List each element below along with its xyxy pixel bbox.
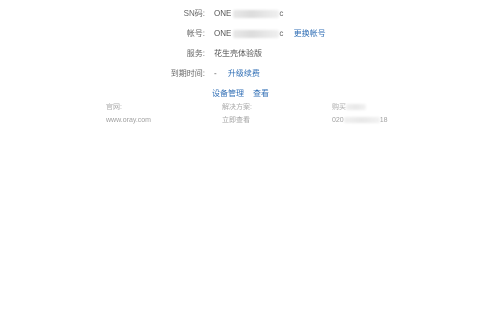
- sn-row: SN码: ONE c: [0, 8, 480, 20]
- account-value-suffix: c: [279, 29, 284, 38]
- purchase-phone-redacted: [343, 117, 380, 124]
- sn-redacted-segment: [233, 10, 280, 18]
- expire-label: 到期时间:: [170, 69, 205, 78]
- purchase-phone: 020 18: [332, 116, 387, 126]
- purchase-phone-suffix: 18: [379, 117, 388, 124]
- account-row: 帐号: ONE c 更换帐号: [0, 28, 480, 40]
- sn-value-suffix: c: [279, 9, 284, 18]
- expire-date: -: [214, 69, 217, 78]
- purchase-header-redacted: [346, 104, 366, 111]
- account-value: ONE c 更换帐号: [214, 28, 326, 40]
- purchase-column: 购买 020 18: [332, 103, 387, 126]
- change-account-link[interactable]: 更换帐号: [294, 29, 326, 38]
- device-info-page: SN码: ONE c 帐号: ONE c 更换帐号 服务: 花生壳体验版 到期时间:…: [0, 0, 480, 320]
- view-link[interactable]: 查看: [253, 89, 269, 98]
- expire-row: 到期时间: - 升级续费: [0, 68, 480, 80]
- sn-value: ONE c: [214, 8, 283, 20]
- purchase-header: 购买: [332, 103, 387, 113]
- account-label: 帐号:: [186, 29, 205, 38]
- solution-view-link[interactable]: 立即查看: [222, 116, 252, 126]
- account-value-prefix: ONE: [214, 29, 232, 38]
- purchase-header-prefix: 购买: [332, 104, 346, 111]
- sn-value-prefix: ONE: [214, 9, 232, 18]
- sn-label: SN码:: [183, 9, 205, 18]
- upgrade-renew-link[interactable]: 升级续费: [228, 69, 260, 78]
- website-column: 官网: www.oray.com: [106, 103, 151, 126]
- expire-value: - 升级续费: [214, 68, 260, 80]
- service-value: 花生壳体验版: [214, 49, 262, 58]
- purchase-phone-prefix: 020: [332, 117, 344, 124]
- account-redacted-segment: [233, 30, 280, 38]
- device-manage-link[interactable]: 设备管理: [212, 89, 244, 98]
- solution-column: 解决方案: 立即查看: [222, 103, 252, 126]
- solution-header: 解决方案:: [222, 104, 252, 111]
- website-header: 官网:: [106, 104, 122, 111]
- device-actions: 设备管理 查看: [212, 88, 269, 100]
- service-row: 服务: 花生壳体验版: [0, 48, 480, 60]
- website-link[interactable]: www.oray.com: [106, 116, 151, 126]
- service-label: 服务:: [186, 49, 205, 58]
